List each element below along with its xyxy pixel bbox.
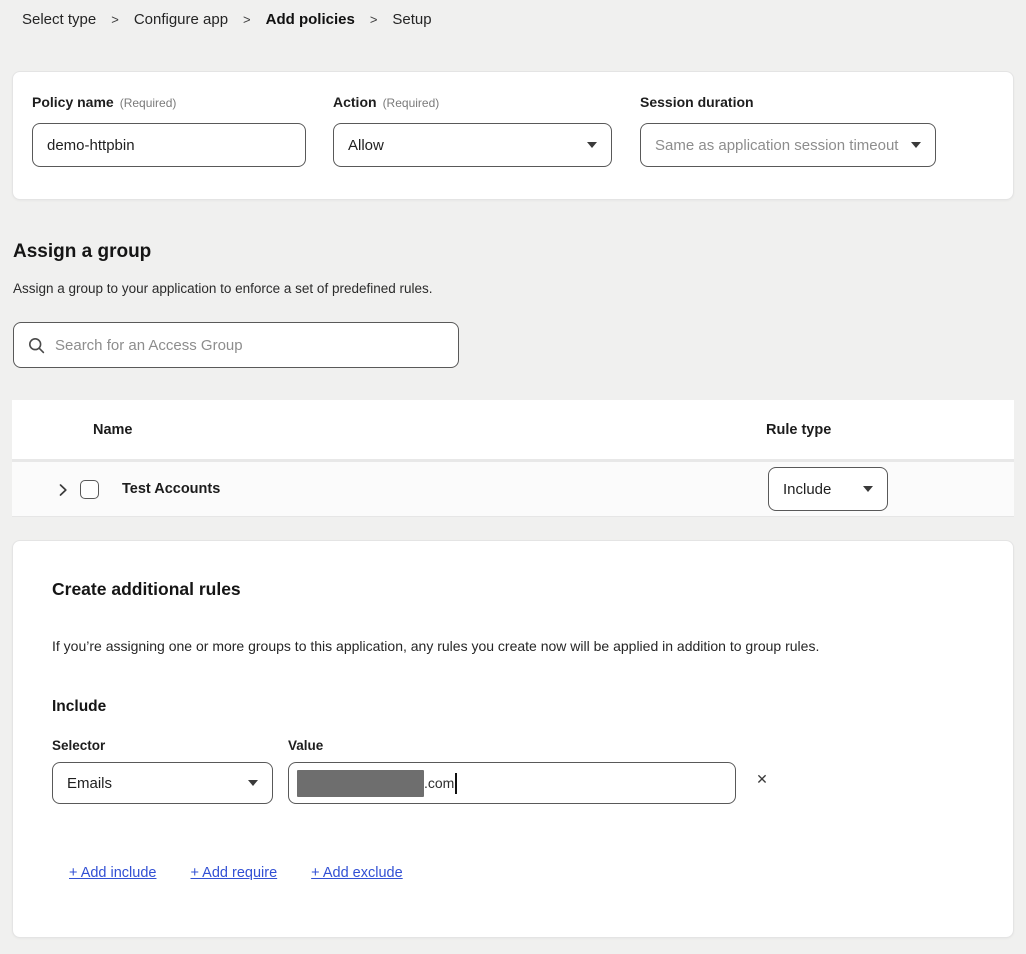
additional-rules-card: Create additional rules If you’re assign…	[12, 540, 1014, 938]
rule-value-input[interactable]: .com	[288, 762, 736, 804]
assign-group-description: Assign a group to your application to en…	[13, 281, 433, 296]
add-policies-page: Select type > Configure app > Add polici…	[0, 0, 1026, 954]
redacted-value	[297, 770, 424, 797]
row-checkbox[interactable]	[80, 480, 99, 499]
policy-name-value: demo-httpbin	[47, 137, 135, 154]
chevron-right-icon	[55, 482, 71, 498]
required-hint: (Required)	[383, 96, 440, 110]
breadcrumb-item-add-policies[interactable]: Add policies	[266, 11, 355, 28]
text-caret	[455, 773, 457, 794]
add-require-link[interactable]: + Add require	[190, 865, 277, 881]
search-icon	[28, 337, 45, 354]
caret-down-icon	[587, 142, 597, 148]
additional-rules-description: If you’re assigning one or more groups t…	[52, 638, 819, 654]
required-hint: (Required)	[120, 96, 177, 110]
rule-type-value: Include	[783, 481, 831, 498]
breadcrumb-separator: >	[111, 12, 119, 27]
name-column-header: Name	[93, 422, 133, 438]
expand-row-button[interactable]	[54, 481, 72, 499]
caret-down-icon	[863, 486, 873, 492]
selector-select[interactable]: Emails	[52, 762, 273, 804]
caret-down-icon	[248, 780, 258, 786]
session-duration-select[interactable]: Same as application session timeout	[640, 123, 936, 167]
session-duration-label: Session duration	[640, 94, 754, 110]
breadcrumb-separator: >	[243, 12, 251, 27]
breadcrumb-item-select-type[interactable]: Select type	[22, 11, 96, 28]
selector-value: Emails	[67, 775, 112, 792]
breadcrumb-separator: >	[370, 12, 378, 27]
selector-label: Selector	[52, 738, 105, 753]
policy-settings-card: Policy name (Required) demo-httpbin Actio…	[12, 71, 1014, 200]
additional-rules-title: Create additional rules	[52, 579, 241, 600]
policy-name-field: Policy name (Required) demo-httpbin	[32, 94, 306, 167]
breadcrumb: Select type > Configure app > Add polici…	[22, 11, 432, 28]
action-select[interactable]: Allow	[333, 123, 612, 167]
action-label: Action	[333, 94, 377, 110]
add-include-link[interactable]: + Add include	[69, 865, 156, 881]
close-icon: ✕	[756, 771, 768, 788]
policy-name-input[interactable]: demo-httpbin	[32, 123, 306, 167]
rule-type-select[interactable]: Include	[768, 467, 888, 511]
session-duration-field: Session duration Same as application ses…	[640, 94, 936, 167]
include-heading: Include	[52, 698, 106, 716]
action-field: Action (Required) Allow	[333, 94, 612, 167]
policy-name-label: Policy name	[32, 94, 114, 110]
add-exclude-link[interactable]: + Add exclude	[311, 865, 403, 881]
breadcrumb-item-configure-app[interactable]: Configure app	[134, 11, 228, 28]
assign-group-title: Assign a group	[13, 241, 151, 263]
remove-rule-button[interactable]: ✕	[748, 765, 776, 793]
table-header: Name Rule type	[12, 400, 1014, 462]
caret-down-icon	[911, 142, 921, 148]
table-row: Test Accounts Include	[12, 462, 1014, 517]
breadcrumb-item-setup[interactable]: Setup	[392, 11, 431, 28]
access-group-search-input[interactable]: Search for an Access Group	[13, 322, 459, 368]
session-duration-value: Same as application session timeout	[655, 137, 898, 154]
access-groups-table: Name Rule type Test Accounts Include	[12, 400, 1014, 517]
group-name: Test Accounts	[122, 481, 220, 497]
action-value: Allow	[348, 137, 384, 154]
add-rule-links: + Add include + Add require + Add exclud…	[69, 865, 403, 881]
value-suffix: .com	[424, 775, 454, 791]
rule-type-column-header: Rule type	[766, 422, 831, 438]
value-label: Value	[288, 738, 323, 753]
search-placeholder: Search for an Access Group	[55, 337, 243, 354]
